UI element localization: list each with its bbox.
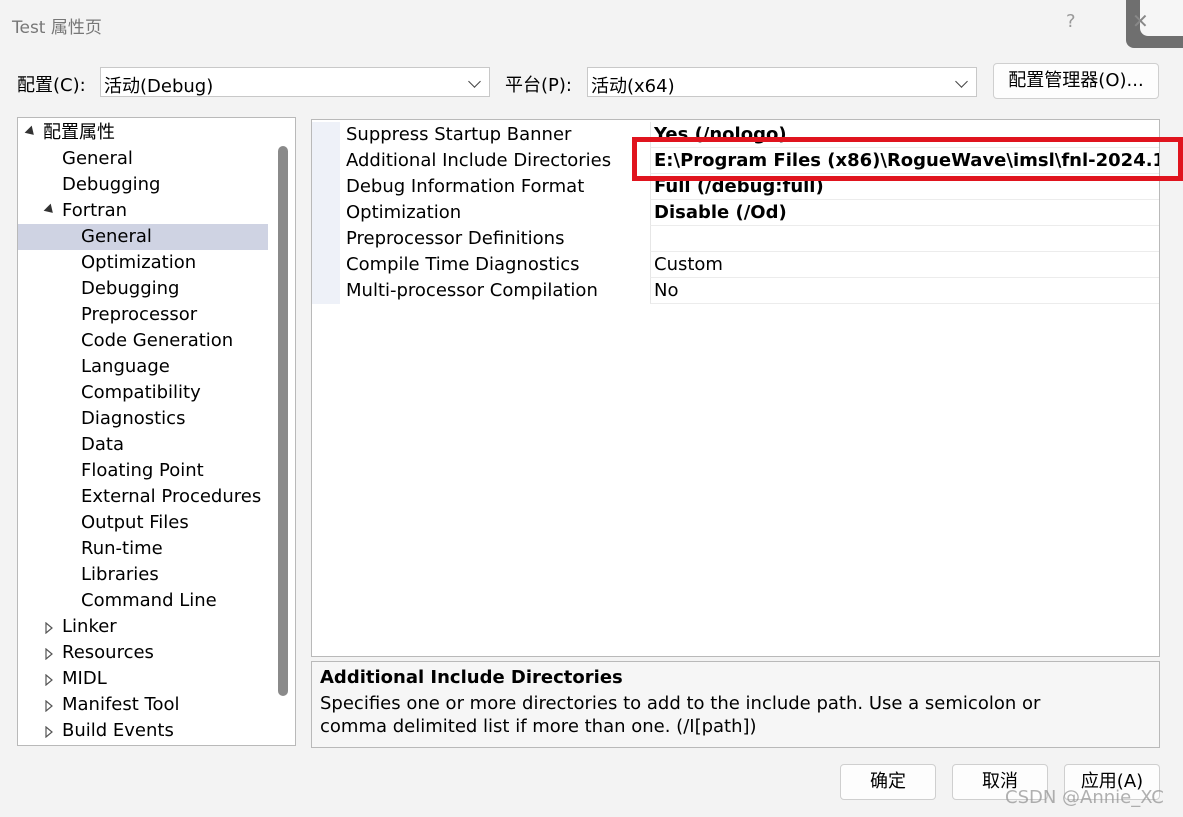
collapsed-arrow-icon[interactable] — [45, 648, 53, 660]
tree-item-debugging[interactable]: Debugging — [62, 172, 160, 198]
tree-item-label: 配置属性 — [43, 122, 115, 143]
tree-item-label: General — [81, 226, 152, 247]
help-button[interactable]: ? — [1066, 11, 1076, 32]
tree-item-manifest-tool[interactable]: Manifest Tool — [18, 692, 268, 718]
tree-item-fortran-debugging[interactable]: Debugging — [81, 276, 179, 302]
property-name: Suppress Startup Banner — [346, 124, 572, 145]
tree-item-general[interactable]: General — [62, 146, 133, 172]
platform-label: 平台(P): — [505, 75, 572, 96]
config-label: 配置(C): — [17, 75, 86, 96]
tree-item-build-events[interactable]: Build Events — [18, 718, 268, 744]
tree-item-code-generation[interactable]: Code Generation — [81, 328, 233, 354]
highlight-box — [632, 137, 1183, 181]
tree-item-floating-point[interactable]: Floating Point — [81, 458, 204, 484]
tree-item-run-time[interactable]: Run-time — [81, 536, 163, 562]
description-title: Additional Include Directories — [320, 667, 623, 688]
property-name: Preprocessor Definitions — [346, 228, 565, 249]
property-name: Debug Information Format — [346, 176, 585, 197]
property-value-cell[interactable]: Disable (/Od) — [650, 200, 1159, 226]
tree-item-command-line[interactable]: Command Line — [81, 588, 217, 614]
tree-item-label: Build Events — [62, 720, 174, 741]
tree-item-preprocessor[interactable]: Preprocessor — [81, 302, 197, 328]
tree-item-libraries[interactable]: Libraries — [81, 562, 159, 588]
property-row-optimization[interactable]: Optimization Disable (/Od) — [312, 200, 1159, 226]
property-value-cell[interactable] — [650, 226, 1159, 252]
property-value-cell[interactable]: No — [650, 278, 1159, 304]
expanded-arrow-icon[interactable] — [24, 125, 38, 139]
collapsed-arrow-icon[interactable] — [45, 700, 53, 712]
property-value: Custom — [654, 254, 723, 275]
watermark: CSDN @Annie_XC — [1005, 787, 1164, 808]
tree-item-label: Fortran — [62, 200, 128, 221]
tree-item-compatibility[interactable]: Compatibility — [81, 380, 201, 406]
tree-item-fortran[interactable]: Fortran — [18, 198, 268, 224]
tree-item-linker[interactable]: Linker — [18, 614, 268, 640]
property-name: Multi-processor Compilation — [346, 280, 598, 301]
description-text: Specifies one or more directories to add… — [320, 693, 1041, 737]
collapsed-arrow-icon[interactable] — [45, 726, 53, 738]
tree-item-output-files[interactable]: Output Files — [81, 510, 189, 536]
expanded-arrow-icon[interactable] — [43, 203, 57, 217]
tree-item-label: Linker — [62, 616, 117, 637]
tree-item-fortran-general[interactable]: General — [18, 224, 268, 250]
collapsed-arrow-icon[interactable] — [45, 674, 53, 686]
property-row-preprocessor-definitions[interactable]: Preprocessor Definitions — [312, 226, 1159, 252]
property-value: No — [654, 280, 679, 301]
property-name: Optimization — [346, 202, 462, 223]
platform-dropdown[interactable]: 活动(x64) — [587, 67, 977, 97]
property-row-compile-time-diagnostics[interactable]: Compile Time Diagnostics Custom — [312, 252, 1159, 278]
close-button[interactable]: ✕ — [1132, 9, 1149, 33]
property-name: Additional Include Directories — [346, 150, 612, 171]
tree-item-diagnostics[interactable]: Diagnostics — [81, 406, 185, 432]
platform-dropdown-value: 活动(x64) — [591, 76, 675, 97]
tree-item-label: Manifest Tool — [62, 694, 180, 715]
tree-scrollbar-thumb[interactable] — [278, 146, 288, 696]
config-dropdown-value: 活动(Debug) — [104, 76, 214, 97]
property-name: Compile Time Diagnostics — [346, 254, 580, 275]
tree-item-midl[interactable]: MIDL — [18, 666, 268, 692]
tree-item-config-properties[interactable]: 配置属性 — [18, 120, 268, 146]
chevron-down-icon — [468, 75, 481, 88]
tree-item-label: MIDL — [62, 668, 107, 689]
tree-item-external-procedures[interactable]: External Procedures — [81, 484, 261, 510]
property-tree[interactable]: 配置属性 General Debugging Fortran General O… — [17, 117, 296, 746]
tree-item-language[interactable]: Language — [81, 354, 170, 380]
title-bar: Test 属性页 ? — [0, 0, 1183, 46]
chevron-down-icon — [955, 75, 968, 88]
tree-item-label: Resources — [62, 642, 154, 663]
window-title: Test 属性页 — [12, 18, 102, 38]
description-panel: Additional Include Directories Specifies… — [311, 661, 1160, 748]
config-manager-button[interactable]: 配置管理器(O)... — [993, 63, 1159, 99]
ok-button[interactable]: 确定 — [840, 764, 936, 800]
property-row-multi-processor-compilation[interactable]: Multi-processor Compilation No — [312, 278, 1159, 304]
property-grid[interactable]: Suppress Startup Banner Yes (/nologo) Ad… — [311, 119, 1160, 657]
tree-item-data[interactable]: Data — [81, 432, 124, 458]
tree-item-resources[interactable]: Resources — [18, 640, 268, 666]
collapsed-arrow-icon[interactable] — [45, 622, 53, 634]
config-dropdown[interactable]: 活动(Debug) — [100, 67, 490, 97]
tree-item-optimization[interactable]: Optimization — [81, 250, 196, 276]
property-value-cell[interactable]: Custom — [650, 252, 1159, 278]
property-value: Disable (/Od) — [654, 202, 787, 223]
